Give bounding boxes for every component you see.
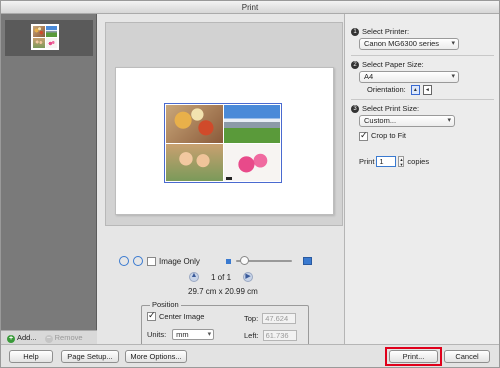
units-label: Units: xyxy=(147,330,167,339)
preview-controls: Image Only xyxy=(119,254,339,268)
zoom-slider-knob[interactable] xyxy=(239,256,249,265)
crop-to-fit-checkbox[interactable] xyxy=(359,130,368,141)
select-printer-label: Select Printer: xyxy=(362,27,410,36)
paper-preview xyxy=(115,67,334,215)
thumbnail-toolbar: + Add... − Remove xyxy=(1,330,97,344)
center-image-label: Center Image xyxy=(159,312,205,321)
photo-mountain xyxy=(223,105,280,143)
help-button[interactable]: Help xyxy=(9,350,53,363)
rotate-left-icon[interactable] xyxy=(119,256,129,266)
step-2-icon: 2 xyxy=(351,61,359,70)
thumbnail-selected[interactable] xyxy=(5,20,93,56)
plus-icon: + xyxy=(7,334,15,343)
thumb-photo-food xyxy=(33,26,45,37)
remove-label: Remove xyxy=(54,332,83,342)
print-copies-label: Print xyxy=(359,157,375,166)
crop-to-fit-label: Crop to Fit xyxy=(371,131,407,140)
paper-size-value: A4 xyxy=(364,72,374,81)
minus-icon: − xyxy=(44,334,53,343)
more-options-button[interactable]: More Options... xyxy=(125,350,187,363)
preview-area: Image Only ▲ 1 of 1 ▶ 29.7 cm x 20.99 cm… xyxy=(105,14,343,356)
page-navigation: ▲ 1 of 1 ▶ xyxy=(189,272,254,282)
thumbnail-image[interactable] xyxy=(31,24,59,50)
print-size-value: Custom... xyxy=(364,116,397,125)
button-bar: Help Page Setup... More Options... Print… xyxy=(1,344,499,367)
zoom-slider[interactable] xyxy=(235,256,292,266)
copies-stepper[interactable]: ▲ ▼ xyxy=(398,156,405,167)
portrait-orientation-icon[interactable]: ▲ xyxy=(410,85,420,96)
photo-kids xyxy=(166,143,223,181)
next-page-icon[interactable]: ▶ xyxy=(243,272,254,282)
chevron-down-icon: ▾ xyxy=(447,117,451,124)
orientation-label: Orientation: xyxy=(367,85,406,94)
copies-input[interactable]: 1 xyxy=(376,156,397,167)
center-image-checkbox[interactable] xyxy=(147,310,156,321)
print-dialog: Print + Add... − Remove Image Only ▲ 1 o… xyxy=(0,0,500,368)
left-field[interactable]: 61.736 xyxy=(262,330,297,341)
thumbnail-panel: + Add... − Remove xyxy=(1,14,97,344)
cancel-button[interactable]: Cancel xyxy=(444,350,490,363)
units-select[interactable]: mm xyxy=(172,329,215,340)
print-image[interactable] xyxy=(164,103,282,183)
photo-flower xyxy=(223,143,280,181)
left-label: Left: xyxy=(244,331,259,340)
print-size-select[interactable]: Custom... ▾ xyxy=(359,115,455,127)
landscape-orientation-icon[interactable]: ◄ xyxy=(422,85,432,96)
remove-button[interactable]: − Remove xyxy=(44,332,83,343)
orientation-mark xyxy=(225,177,232,180)
settings-panel: 1 Select Printer: Canon MG6300 series ▾ 2S… xyxy=(344,14,499,344)
image-only-checkbox[interactable] xyxy=(147,256,156,266)
photo-food xyxy=(166,105,223,143)
paper-dimensions: 29.7 cm x 20.99 cm xyxy=(188,287,258,296)
paper-size-select[interactable]: A4 ▾ xyxy=(359,71,459,83)
zoom-out-icon[interactable] xyxy=(225,258,231,264)
thumb-photo-flower xyxy=(45,37,57,48)
window-title: Print xyxy=(1,1,499,14)
position-legend: Position xyxy=(150,300,181,309)
add-label: Add... xyxy=(17,332,37,342)
select-print-size-label: Select Print Size: xyxy=(362,104,420,113)
thumb-photo-mountain xyxy=(45,26,57,37)
rotate-right-icon[interactable] xyxy=(133,256,143,266)
print-button-highlight xyxy=(385,347,442,366)
add-button[interactable]: + Add... xyxy=(7,333,37,343)
chevron-down-icon: ▾ xyxy=(451,40,455,47)
chevron-down-icon: ▾ xyxy=(451,73,455,80)
previous-page-icon[interactable]: ▲ xyxy=(189,272,199,282)
step-3-icon: 3 xyxy=(351,105,359,114)
copies-suffix: copies xyxy=(407,157,430,166)
page-indicator: 1 of 1 xyxy=(211,272,232,282)
image-only-label: Image Only xyxy=(159,256,200,266)
printer-value: Canon MG6300 series xyxy=(364,39,440,48)
top-field[interactable]: 47.624 xyxy=(262,313,297,324)
thumb-photo-kids xyxy=(33,37,45,48)
top-label: Top: xyxy=(244,314,259,323)
select-paper-size-label: Select Paper Size: xyxy=(362,60,424,69)
preview-frame xyxy=(105,22,343,226)
printer-select[interactable]: Canon MG6300 series ▾ xyxy=(359,38,459,50)
zoom-in-icon[interactable] xyxy=(302,257,312,265)
step-1-icon: 1 xyxy=(351,28,359,37)
page-setup-button[interactable]: Page Setup... xyxy=(61,350,119,363)
